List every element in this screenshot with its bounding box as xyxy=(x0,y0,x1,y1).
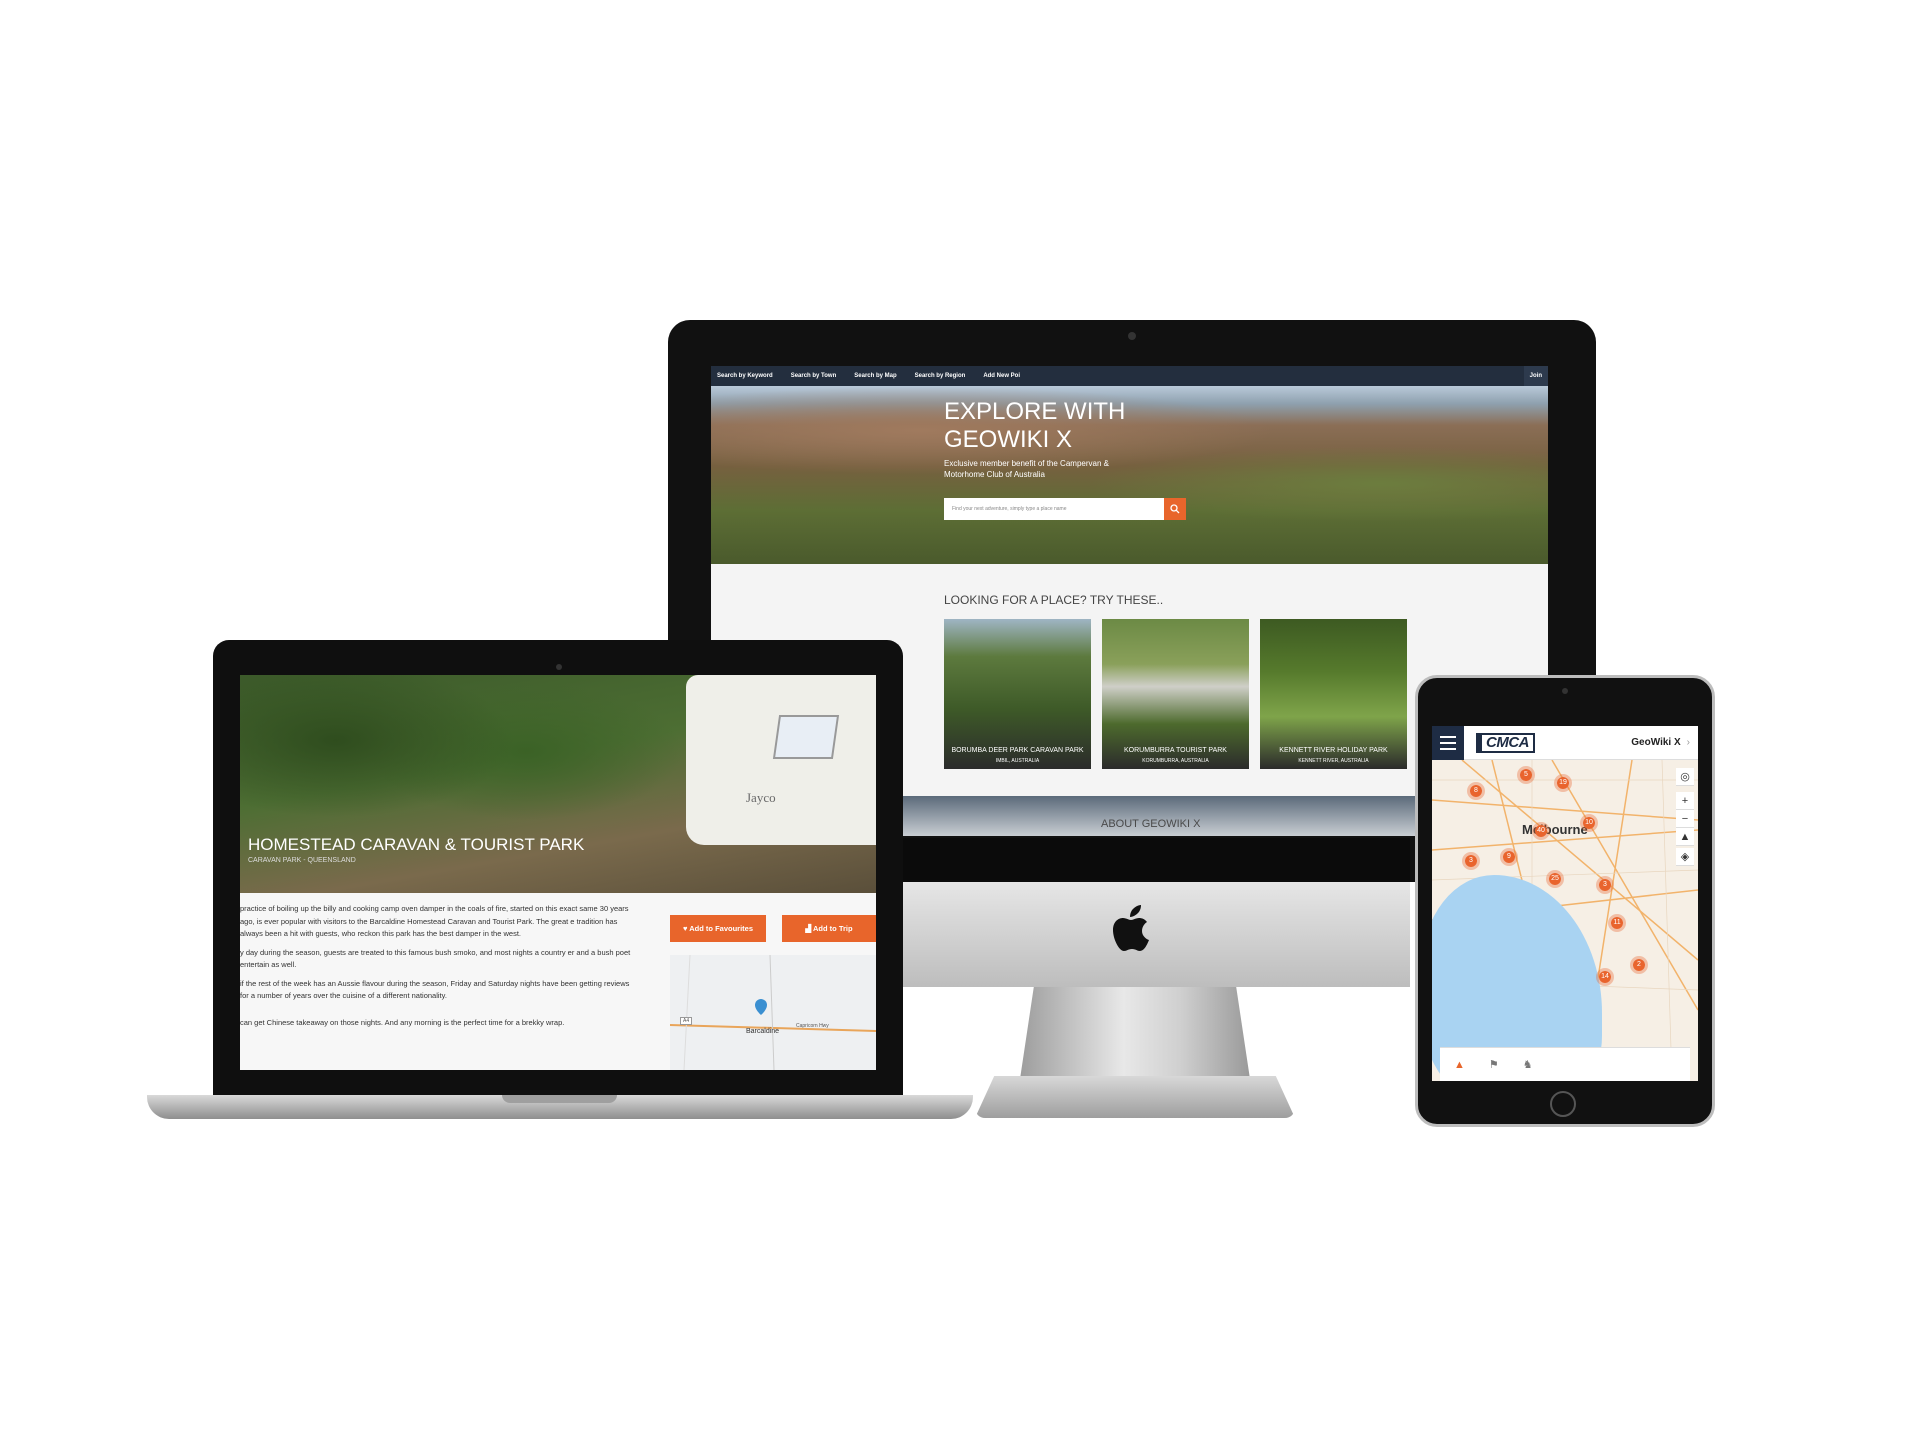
map-town-label: Barcaldine xyxy=(746,1028,780,1035)
nav-search-region[interactable]: Search by Region xyxy=(915,373,966,379)
hamburger-menu-button[interactable] xyxy=(1432,726,1464,760)
map-roads xyxy=(670,955,876,1070)
caravan-image: Jayco xyxy=(686,675,876,845)
map-cluster-marker[interactable]: 5 xyxy=(1517,766,1535,784)
cmca-logo: CMCA xyxy=(1476,732,1535,753)
place-card-name: BORUMBA DEER PARK CARAVAN PARK xyxy=(951,747,1084,754)
map-cluster-marker[interactable]: 3 xyxy=(1596,876,1614,894)
zoom-in-button[interactable]: + xyxy=(1676,792,1694,810)
map-category-tabs: ▲ ⚑ ♞ xyxy=(1440,1047,1690,1081)
place-card-name: KORUMBURRA TOURIST PARK xyxy=(1124,747,1227,754)
tablet-screen: CMCA GeoWiki X › Melbourne 5 19 8 10 40 … xyxy=(1432,726,1698,1081)
map-cluster-marker[interactable]: 19 xyxy=(1554,774,1572,792)
map-cluster-marker[interactable]: 2 xyxy=(1630,956,1648,974)
map-cluster-marker[interactable]: 9 xyxy=(1500,848,1518,866)
map-view[interactable]: Melbourne 5 19 8 10 40 3 9 25 3 11 14 2 … xyxy=(1432,760,1698,1081)
add-to-trip-button[interactable]: ▟ Add to Trip xyxy=(782,915,876,942)
laptop-notch xyxy=(502,1095,617,1103)
add-to-favourites-label: Add to Favourites xyxy=(689,924,754,933)
app-header: CMCA GeoWiki X › xyxy=(1432,726,1698,760)
map-cluster-marker[interactable]: 14 xyxy=(1596,968,1614,986)
search-button[interactable] xyxy=(1164,498,1186,520)
map-cluster-marker[interactable]: 3 xyxy=(1462,852,1480,870)
hero-subtitle: Exclusive member benefit of the Camperva… xyxy=(944,459,1109,479)
park-hero: Jayco HOMESTEAD CARAVAN & TOURIST PARK C… xyxy=(240,675,876,893)
laptop-screen: Jayco HOMESTEAD CARAVAN & TOURIST PARK C… xyxy=(240,675,876,1070)
place-card[interactable]: KORUMBURRA TOURIST PARK KORUMBURRA, AUST… xyxy=(1102,619,1249,769)
compass-icon[interactable]: ▲ xyxy=(1676,828,1694,846)
map-cluster-marker[interactable]: 40 xyxy=(1532,822,1550,840)
map-pin-icon xyxy=(755,999,767,1015)
park-subtitle: CARAVAN PARK - QUEENSLAND xyxy=(248,857,356,864)
locate-me-icon[interactable]: ◎ xyxy=(1676,768,1694,786)
hiker-icon[interactable]: ♞ xyxy=(1523,1058,1533,1071)
imac-stand xyxy=(1020,987,1250,1079)
laptop-lid: Jayco HOMESTEAD CARAVAN & TOURIST PARK C… xyxy=(213,640,903,1095)
laptop-base xyxy=(147,1095,973,1119)
campsite-icon[interactable]: ▲ xyxy=(1454,1059,1465,1071)
nav-add-poi[interactable]: Add New Poi xyxy=(983,373,1020,379)
search-icon xyxy=(1170,504,1180,514)
layers-icon[interactable]: ◈ xyxy=(1676,848,1694,866)
park-paragraph: if the rest of the week has an Aussie fl… xyxy=(240,978,630,1001)
camera-icon xyxy=(1562,688,1568,694)
imac-foot xyxy=(975,1076,1295,1118)
park-paragraph: y day during the season, guests are trea… xyxy=(240,947,631,970)
home-button[interactable] xyxy=(1550,1091,1576,1117)
map-cluster-marker[interactable]: 8 xyxy=(1467,782,1485,800)
nav-search-keyword[interactable]: Search by Keyword xyxy=(717,373,773,379)
section-title: LOOKING FOR A PLACE? TRY THESE.. xyxy=(944,593,1164,607)
add-to-favourites-button[interactable]: ♥ Add to Favourites xyxy=(670,915,766,942)
map-road-label: Capricorn Hwy xyxy=(796,1023,829,1029)
imac-lower-bezel xyxy=(900,838,1410,882)
place-cards: BORUMBA DEER PARK CARAVAN PARK IMBIL, AU… xyxy=(944,619,1407,769)
park-paragraph: can get Chinese takeaway on those nights… xyxy=(240,1017,565,1027)
join-button[interactable]: Join xyxy=(1523,366,1548,386)
place-card[interactable]: BORUMBA DEER PARK CARAVAN PARK IMBIL, AU… xyxy=(944,619,1091,769)
zoom-out-button[interactable]: − xyxy=(1676,810,1694,828)
camera-icon xyxy=(556,664,562,670)
top-nav: Search by Keyword Search by Town Search … xyxy=(711,366,1548,386)
place-card[interactable]: KENNETT RIVER HOLIDAY PARK KENNETT RIVER… xyxy=(1260,619,1407,769)
nav-search-map[interactable]: Search by Map xyxy=(854,373,896,379)
add-to-trip-label: Add to Trip xyxy=(813,924,853,933)
chevron-right-icon[interactable]: › xyxy=(1687,737,1690,748)
about-title: ABOUT GEOWIKI X xyxy=(1101,818,1201,830)
park-title: HOMESTEAD CARAVAN & TOURIST PARK xyxy=(248,835,585,854)
park-description: practice of boiling up the billy and coo… xyxy=(240,903,650,1035)
map-cluster-marker[interactable]: 11 xyxy=(1608,914,1626,932)
map-route-label: A4 xyxy=(680,1017,693,1025)
heart-icon: ♥ xyxy=(682,924,688,933)
map-cluster-marker[interactable]: 25 xyxy=(1546,870,1564,888)
trip-icon: ▟ xyxy=(805,924,812,933)
tablet-frame: CMCA GeoWiki X › Melbourne 5 19 8 10 40 … xyxy=(1415,675,1715,1127)
caravan-brand-mark: Jayco xyxy=(746,790,776,805)
hero-banner: EXPLORE WITH GEOWIKI X Exclusive member … xyxy=(711,386,1548,564)
place-card-location: KENNETT RIVER, AUSTRALIA xyxy=(1298,758,1369,764)
location-map[interactable]: Barcaldine Capricorn Hwy A4 xyxy=(670,955,876,1070)
camera-icon xyxy=(1128,332,1136,340)
search-input[interactable]: Find your next adventure, simply type a … xyxy=(944,498,1164,520)
caravan-window xyxy=(772,715,840,759)
park-paragraph: practice of boiling up the billy and coo… xyxy=(240,904,629,938)
apple-logo-icon xyxy=(1113,905,1149,951)
app-title: GeoWiki X xyxy=(1631,737,1681,748)
place-card-name: KENNETT RIVER HOLIDAY PARK xyxy=(1279,747,1388,754)
nav-search-town[interactable]: Search by Town xyxy=(791,373,837,379)
place-card-location: KORUMBURRA, AUSTRALIA xyxy=(1142,758,1209,764)
hero-title: EXPLORE WITH GEOWIKI X xyxy=(944,398,1126,453)
place-card-location: IMBIL, AUSTRALIA xyxy=(995,758,1040,764)
flag-icon[interactable]: ⚑ xyxy=(1489,1058,1499,1071)
map-cluster-marker[interactable]: 10 xyxy=(1580,814,1598,832)
